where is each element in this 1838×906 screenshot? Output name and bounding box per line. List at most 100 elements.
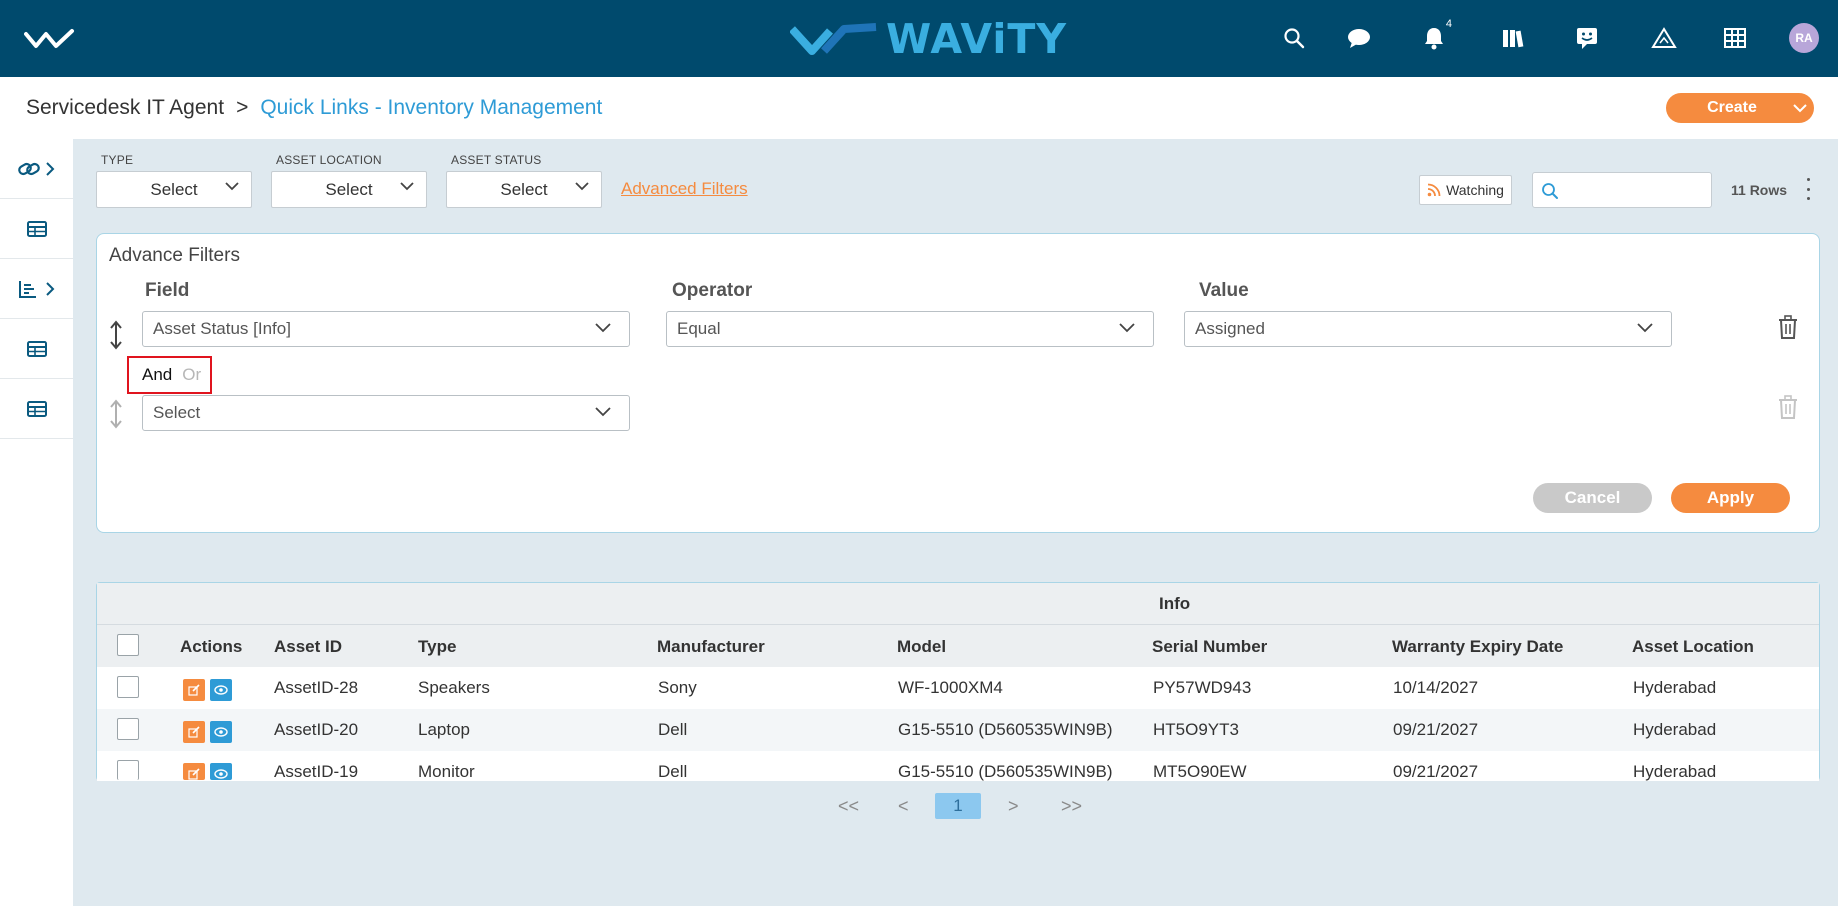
sidebar-item-table-1[interactable] [0, 199, 73, 259]
cell-serial: HT5O9YT3 [1153, 720, 1239, 739]
eye-icon[interactable] [210, 679, 232, 701]
avatar[interactable]: RA [1789, 23, 1819, 53]
table-icon [26, 220, 47, 237]
delete-rule1-trash-icon[interactable] [1778, 315, 1798, 339]
cell-serial: MT5O90EW [1153, 762, 1247, 781]
table-group-header [97, 583, 1819, 625]
chevron-down-icon [1119, 323, 1135, 333]
column-header-type[interactable]: Type [418, 637, 456, 657]
row-checkbox[interactable] [117, 760, 139, 780]
row-checkbox[interactable] [117, 718, 139, 740]
and-or-toggle[interactable]: And Or [127, 356, 212, 394]
type-filter-select[interactable]: Select [96, 171, 252, 208]
rule1-field-value: Asset Status [Info] [153, 319, 291, 338]
cell-model: G15-5510 (D560535WIN9B) [898, 720, 1113, 739]
column-header-asset-location[interactable]: Asset Location [1632, 637, 1754, 657]
rule2-field-value: Select [153, 403, 201, 422]
cell-location: Hyderabad [1633, 762, 1717, 781]
cell-asset-id[interactable]: AssetID-19 [274, 762, 358, 782]
and-option[interactable]: And [142, 365, 172, 385]
table-icon [26, 340, 47, 357]
edit-icon[interactable] [183, 721, 205, 743]
rule1-value-select[interactable]: Assigned [1184, 311, 1672, 347]
breadcrumb-current[interactable]: Quick Links - Inventory Management [260, 96, 602, 120]
search-icon [1542, 183, 1558, 199]
chevron-down-icon[interactable] [1786, 101, 1814, 116]
table-group-label: Info [1159, 594, 1191, 613]
feedback-icon[interactable] [1571, 22, 1603, 54]
current-page-button[interactable]: 1 [935, 793, 981, 819]
row-checkbox[interactable] [117, 676, 139, 698]
column-header-manufacturer[interactable]: Manufacturer [657, 637, 765, 657]
library-icon[interactable] [1497, 22, 1529, 54]
column-header-model[interactable]: Model [897, 637, 946, 657]
cancel-button[interactable]: Cancel [1533, 483, 1652, 513]
edit-icon[interactable] [183, 679, 205, 701]
edit-icon[interactable] [183, 763, 205, 780]
sidebar-item-table-2[interactable] [0, 319, 73, 379]
rule1-value-value: Assigned [1195, 319, 1265, 338]
rule1-field-select[interactable]: Asset Status [Info] [142, 311, 630, 347]
chevron-down-icon [1637, 323, 1653, 333]
brand-mark-icon [790, 23, 877, 55]
operator-column-header: Operator [672, 280, 753, 301]
rule1-operator-select[interactable]: Equal [666, 311, 1154, 347]
value-column-header: Value [1199, 280, 1249, 301]
warning-icon[interactable] [1648, 22, 1680, 54]
column-header-warranty-expiry-date[interactable]: Warranty Expiry Date [1392, 637, 1563, 657]
more-options-icon[interactable] [1804, 178, 1812, 200]
app-logo-icon[interactable] [24, 28, 76, 50]
column-header-actions: Actions [180, 637, 243, 656]
sidebar-item-table-3[interactable] [0, 379, 73, 439]
rule1-operator-value: Equal [677, 319, 721, 338]
location-filter-select[interactable]: Select [271, 171, 427, 208]
breadcrumb-root[interactable]: Servicedesk IT Agent [26, 96, 224, 120]
cell-asset-id[interactable]: AssetID-20 [274, 720, 358, 740]
next-page-button[interactable]: > [1008, 796, 1019, 817]
cell-warranty: 10/14/2027 [1393, 678, 1479, 697]
apply-button[interactable]: Apply [1671, 483, 1790, 513]
rule2-field-select[interactable]: Select [142, 395, 630, 431]
grid-icon[interactable] [1719, 22, 1751, 54]
cell-manufacturer: Dell [658, 762, 688, 781]
cell-model: WF-1000XM4 [898, 678, 1003, 697]
field-column-header: Field [145, 280, 190, 301]
sort-handle-icon[interactable] [108, 320, 124, 350]
or-option[interactable]: Or [182, 365, 201, 385]
rows-count: 11 Rows [1731, 182, 1788, 198]
search-icon[interactable] [1278, 22, 1310, 54]
cell-model: G15-5510 (D560535WIN9B) [898, 762, 1113, 781]
cell-manufacturer: Sony [658, 678, 697, 697]
sidebar-item-quick-links[interactable] [0, 139, 73, 199]
advanced-filters-link[interactable]: Advanced Filters [621, 179, 748, 199]
search-input[interactable] [1532, 172, 1712, 208]
cell-warranty: 09/21/2027 [1393, 762, 1479, 781]
bell-icon[interactable]: 4 [1418, 18, 1452, 54]
sort-handle-icon[interactable] [108, 399, 124, 429]
create-button[interactable]: Create [1666, 93, 1814, 123]
chart-icon [18, 280, 54, 298]
eye-icon[interactable] [210, 721, 232, 743]
rss-icon [1427, 183, 1441, 197]
cell-type: Monitor [418, 762, 475, 781]
create-button-label: Create [1707, 99, 1757, 116]
last-page-button[interactable]: >> [1061, 796, 1082, 817]
cell-manufacturer: Dell [658, 720, 688, 739]
sidebar-item-reports[interactable] [0, 259, 73, 319]
column-header-serial-number[interactable]: Serial Number [1152, 637, 1267, 657]
type-filter-value: Select [150, 179, 198, 199]
select-all-checkbox[interactable] [117, 634, 139, 656]
column-header-asset-id[interactable]: Asset ID [274, 637, 342, 657]
chat-icon[interactable] [1343, 22, 1375, 54]
chevron-down-icon [225, 182, 239, 191]
cell-asset-id[interactable]: AssetID-28 [274, 678, 358, 698]
left-sidebar [0, 139, 73, 906]
watching-button[interactable]: Watching [1419, 175, 1512, 205]
status-filter-select[interactable]: Select [446, 171, 602, 208]
eye-icon[interactable] [210, 763, 232, 780]
cell-location: Hyderabad [1633, 720, 1717, 739]
first-page-button[interactable]: << [838, 796, 859, 817]
cell-serial: PY57WD943 [1153, 678, 1252, 697]
delete-rule2-trash-icon[interactable] [1778, 395, 1798, 419]
prev-page-button[interactable]: < [898, 796, 909, 817]
